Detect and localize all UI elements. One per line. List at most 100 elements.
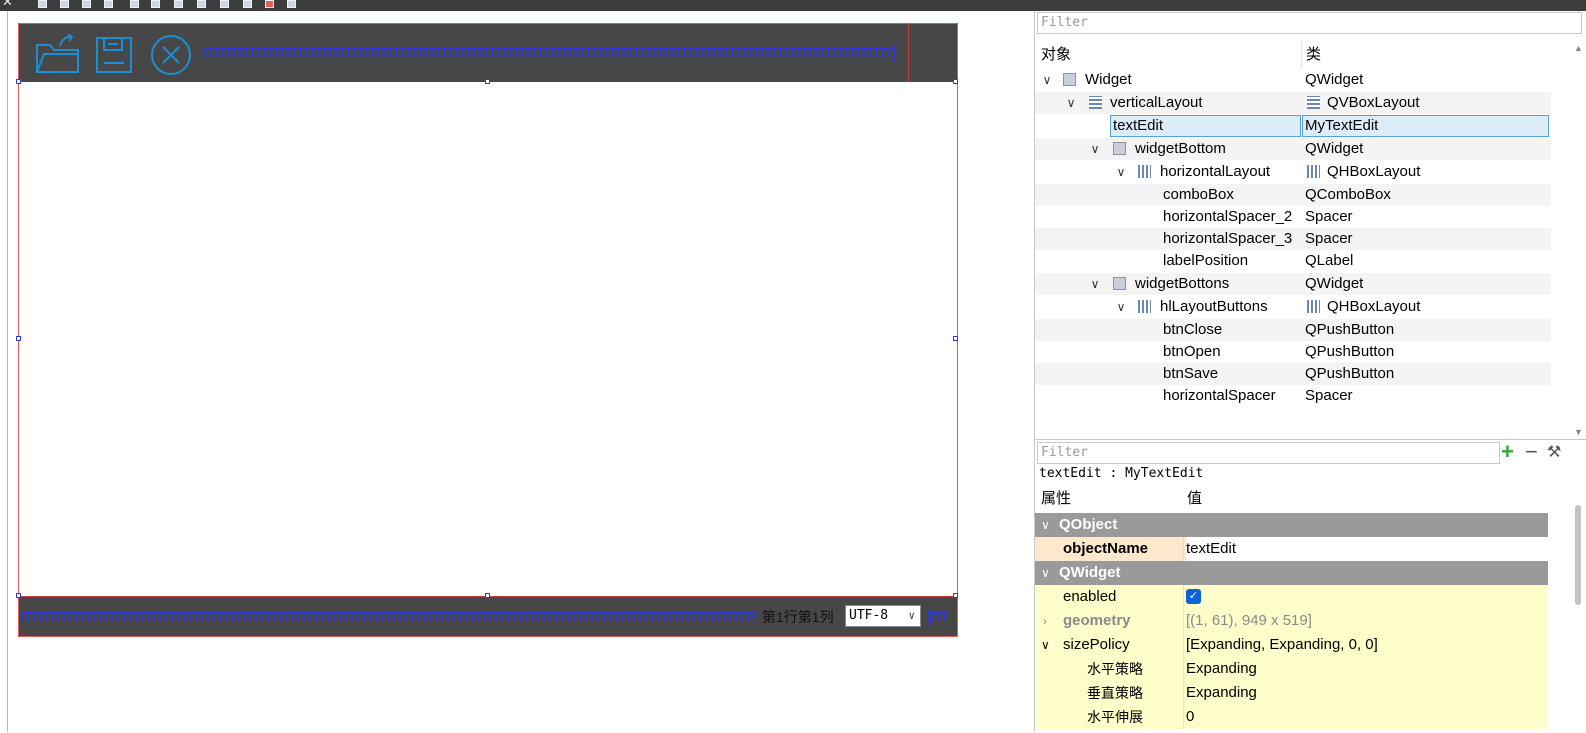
chevron-down-icon[interactable]: ∨: [1089, 273, 1101, 295]
tree-row-textedit[interactable]: textEdit MyTextEdit: [1035, 115, 1551, 137]
hbox-layout-icon: [1138, 300, 1151, 313]
tree-row-horizontalspacer2[interactable]: horizontalSpacer_2 Spacer: [1035, 206, 1551, 228]
horizontal-spacer-2[interactable]: [22, 612, 755, 622]
property-value[interactable]: Expanding: [1186, 657, 1257, 681]
property-sizepolicy[interactable]: ∨ sizePolicy [Expanding, Expanding, 0, 0…: [1035, 633, 1548, 657]
column-header-class[interactable]: 类: [1306, 41, 1321, 69]
tree-row-verticallayout[interactable]: ∨ verticalLayout QVBoxLayout: [1035, 92, 1551, 114]
remove-property-icon[interactable]: −: [1525, 440, 1538, 464]
resize-handle[interactable]: [953, 79, 958, 84]
resize-handle[interactable]: [16, 336, 21, 341]
tree-row-widget[interactable]: ∨ Widget QWidget: [1035, 69, 1551, 91]
property-value[interactable]: Expanding: [1186, 681, 1257, 705]
chevron-down-icon[interactable]: ∨: [1041, 561, 1050, 585]
layout-horizontal-icon[interactable]: [130, 0, 139, 8]
text-edit[interactable]: [19, 82, 957, 596]
tree-row-hllayoutbuttons[interactable]: ∨ hlLayoutButtons QHBoxLayout: [1035, 296, 1551, 318]
tree-row-name: comboBox: [1163, 186, 1234, 203]
layout-h-splitter-icon[interactable]: [174, 0, 183, 8]
break-layout-icon[interactable]: [265, 0, 274, 8]
chevron-down-icon[interactable]: ∨: [1041, 69, 1053, 91]
enabled-checkbox[interactable]: ✓: [1186, 589, 1201, 604]
property-enabled[interactable]: enabled ✓: [1035, 585, 1548, 609]
tree-row-btnopen[interactable]: btnOpen QPushButton: [1035, 341, 1551, 363]
chevron-down-icon[interactable]: ∨: [1041, 513, 1050, 537]
edit-signals-icon[interactable]: [60, 0, 69, 8]
layout-v-splitter-icon[interactable]: [197, 0, 206, 8]
tree-scrollbar[interactable]: ▲ ▼: [1571, 41, 1586, 439]
tree-row-horizontallayout[interactable]: ∨ horizontalLayout QHBoxLayout: [1035, 161, 1551, 183]
property-vertical-policy[interactable]: 垂直策略 Expanding: [1035, 681, 1548, 705]
object-filter-input[interactable]: Filter: [1037, 12, 1582, 34]
property-scrollbar[interactable]: [1571, 485, 1586, 733]
add-property-icon[interactable]: +: [1501, 440, 1514, 464]
property-geometry[interactable]: › geometry [(1, 61), 949 x 519]: [1035, 609, 1548, 633]
property-value[interactable]: [(1, 61), 949 x 519]: [1186, 609, 1312, 633]
layout-grid-icon[interactable]: [243, 0, 252, 8]
property-horizontal-policy[interactable]: 水平策略 Expanding: [1035, 657, 1548, 681]
tree-row-combobox[interactable]: comboBox QComboBox: [1035, 184, 1551, 206]
resize-handle[interactable]: [485, 593, 490, 598]
property-value[interactable]: 0: [1186, 705, 1194, 729]
chevron-down-icon[interactable]: ∨: [1041, 633, 1050, 657]
tree-row-labelposition[interactable]: labelPosition QLabel: [1035, 250, 1551, 272]
vbox-layout-icon: [1307, 96, 1320, 109]
group-name: QObject: [1059, 516, 1118, 533]
chevron-right-icon[interactable]: ›: [1043, 609, 1047, 633]
tree-row-widgetbottons[interactable]: ∨ widgetBottons QWidget: [1035, 273, 1551, 295]
resize-handle[interactable]: [953, 336, 958, 341]
group-qobject[interactable]: ∨ QObject: [1035, 513, 1548, 537]
form-widget[interactable]: 第1行第1列 UTF-8 ∨: [18, 23, 958, 637]
property-list[interactable]: ∨ QObject objectName textEdit ∨ QWidget …: [1035, 513, 1550, 733]
scrollbar-thumb[interactable]: [1575, 505, 1581, 605]
edit-widgets-icon[interactable]: [38, 0, 47, 8]
property-objectname[interactable]: objectName textEdit: [1035, 537, 1550, 561]
horizontal-spacer[interactable]: [204, 48, 894, 58]
property-value[interactable]: [Expanding, Expanding, 0, 0]: [1186, 633, 1378, 657]
encoding-combobox[interactable]: UTF-8 ∨: [845, 605, 921, 627]
tree-row-class: MyTextEdit: [1305, 117, 1379, 134]
label-position: 第1行第1列: [762, 607, 834, 627]
close-button[interactable]: [148, 34, 194, 76]
property-name: 水平策略: [1087, 661, 1143, 677]
layout-form-icon[interactable]: [220, 0, 229, 8]
close-icon[interactable]: ✕: [2, 0, 13, 8]
horizontal-spacer-3[interactable]: [929, 612, 947, 622]
property-filter-input[interactable]: Filter: [1037, 442, 1500, 464]
column-header-property[interactable]: 属性: [1041, 485, 1071, 513]
property-horizontal-stretch[interactable]: 水平伸展 0: [1035, 705, 1548, 729]
property-value[interactable]: textEdit: [1186, 537, 1550, 561]
tree-row-horizontalspacer[interactable]: horizontalSpacer Spacer: [1035, 385, 1551, 407]
tree-row-btnsave[interactable]: btnSave QPushButton: [1035, 363, 1551, 385]
widget-buttons-bar[interactable]: [19, 24, 957, 82]
resize-handle[interactable]: [485, 79, 490, 84]
scroll-up-icon[interactable]: ▲: [1574, 43, 1583, 53]
resize-handle[interactable]: [953, 593, 958, 598]
vbox-layout-icon: [1089, 96, 1102, 109]
chevron-down-icon[interactable]: ∨: [1115, 296, 1127, 318]
widget-bottom-bar[interactable]: 第1行第1列 UTF-8 ∨: [19, 596, 957, 636]
resize-handle[interactable]: [16, 593, 21, 598]
tree-row-btnclose[interactable]: btnClose QPushButton: [1035, 319, 1551, 341]
tree-row-widgetbottom[interactable]: ∨ widgetBottom QWidget: [1035, 138, 1551, 160]
resize-handle[interactable]: [16, 79, 21, 84]
layout-vertical-icon[interactable]: [151, 0, 160, 8]
tree-row-horizontalspacer3[interactable]: horizontalSpacer_3 Spacer: [1035, 228, 1551, 250]
chevron-down-icon[interactable]: ∨: [1065, 92, 1077, 114]
configure-wrench-icon[interactable]: ⚒: [1547, 442, 1561, 464]
design-canvas[interactable]: 第1行第1列 UTF-8 ∨: [0, 11, 1034, 732]
column-divider: [1301, 41, 1302, 69]
chevron-down-icon[interactable]: ∨: [1115, 161, 1127, 183]
column-header-value[interactable]: 值: [1187, 485, 1202, 513]
column-divider: [1183, 681, 1184, 705]
edit-tab-order-icon[interactable]: [104, 0, 113, 8]
adjust-size-icon[interactable]: [287, 0, 296, 8]
save-button[interactable]: [91, 34, 137, 76]
open-button[interactable]: [34, 34, 80, 76]
edit-buddies-icon[interactable]: [82, 0, 91, 8]
group-qwidget[interactable]: ∨ QWidget: [1035, 561, 1548, 585]
column-header-object[interactable]: 对象: [1041, 41, 1071, 69]
object-tree[interactable]: ∨ Widget QWidget ∨ verticalLayout QVBoxL…: [1035, 69, 1551, 409]
chevron-down-icon[interactable]: ∨: [1089, 138, 1101, 160]
scroll-down-icon[interactable]: ▼: [1574, 427, 1583, 437]
